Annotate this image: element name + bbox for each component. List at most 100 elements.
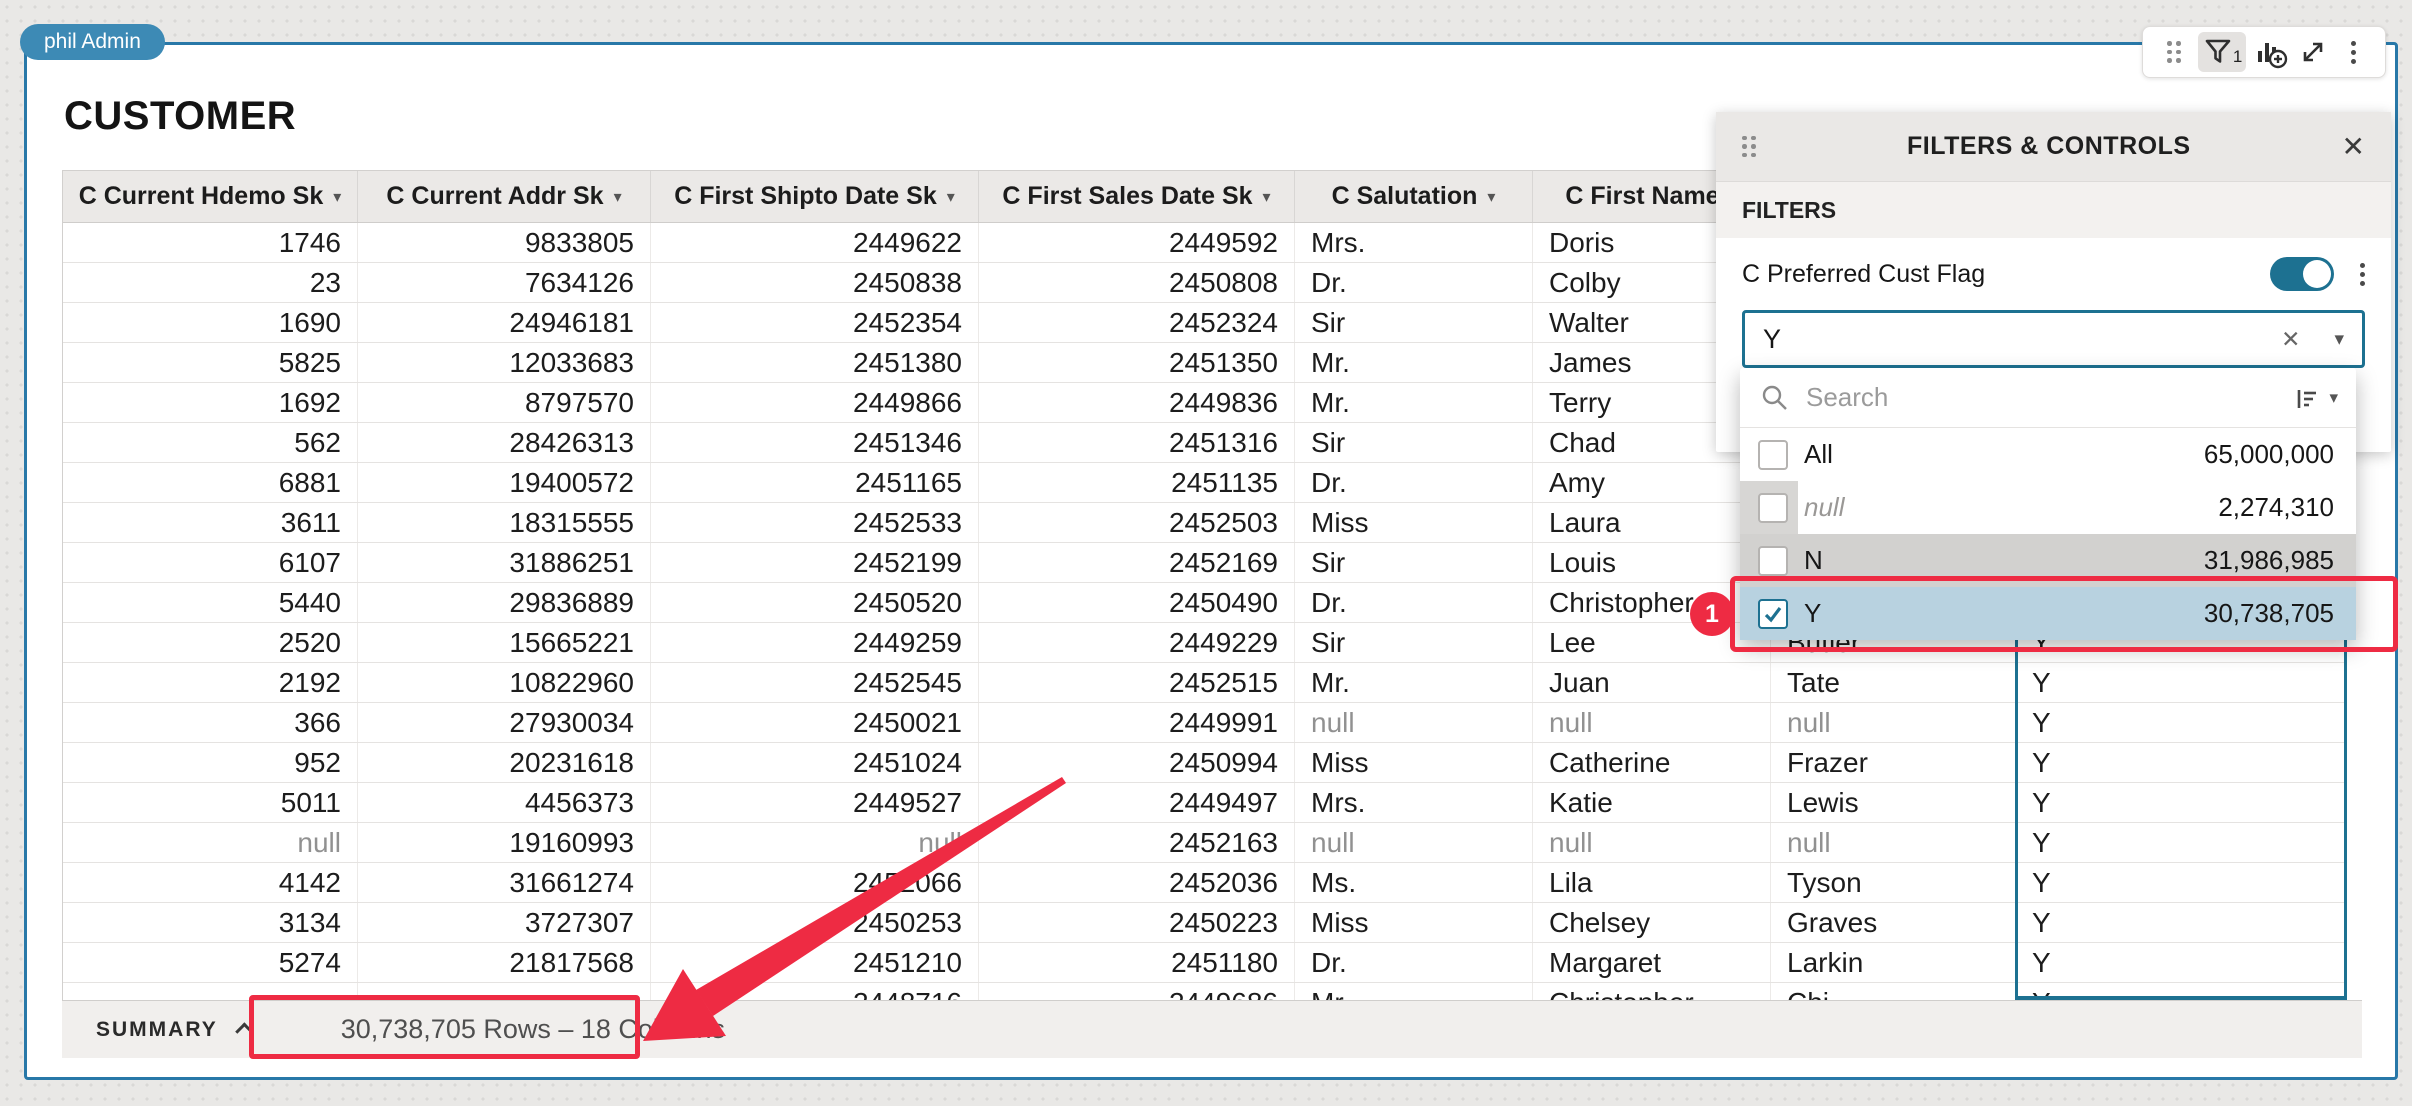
table-cell[interactable]: 2452533 xyxy=(651,503,979,542)
filter-button[interactable]: 1 xyxy=(2198,32,2246,72)
table-cell[interactable]: 2450021 xyxy=(651,703,979,742)
table-cell[interactable]: Mrs. xyxy=(1295,783,1533,822)
table-cell[interactable]: 2452163 xyxy=(979,823,1295,862)
filter-option-all[interactable]: All 65,000,000 xyxy=(1740,428,2356,481)
table-cell[interactable]: Frazer xyxy=(1771,743,2016,782)
table-cell[interactable]: 6107 xyxy=(63,543,358,582)
table-cell[interactable]: Dr. xyxy=(1295,943,1533,982)
table-cell[interactable]: Mr. xyxy=(1295,383,1533,422)
table-cell[interactable]: null xyxy=(1771,823,2016,862)
table-cell[interactable]: 27930034 xyxy=(358,703,651,742)
table-cell[interactable]: Y xyxy=(2016,903,2346,942)
table-cell[interactable]: Dr. xyxy=(1295,263,1533,302)
table-cell[interactable]: Sir xyxy=(1295,543,1533,582)
table-cell[interactable]: Mr. xyxy=(1295,663,1533,702)
table-cell[interactable]: 2451380 xyxy=(651,343,979,382)
table-cell[interactable]: 2451135 xyxy=(979,463,1295,502)
close-icon[interactable]: ✕ xyxy=(2342,130,2365,163)
table-cell[interactable]: 23 xyxy=(63,263,358,302)
checkbox[interactable] xyxy=(1758,493,1788,523)
table-cell[interactable]: Y xyxy=(2016,863,2346,902)
table-cell[interactable]: 29836889 xyxy=(358,583,651,622)
table-cell[interactable]: null xyxy=(651,823,979,862)
table-cell[interactable]: Y xyxy=(2016,783,2346,822)
table-cell[interactable]: Graves xyxy=(1771,903,2016,942)
table-cell[interactable]: Mr. xyxy=(1295,983,1533,1000)
table-cell[interactable]: Larkin xyxy=(1771,943,2016,982)
table-cell[interactable]: Juan xyxy=(1533,663,1771,702)
table-cell[interactable]: 12033683 xyxy=(358,343,651,382)
table-cell[interactable]: 2451165 xyxy=(651,463,979,502)
table-cell[interactable]: Tate xyxy=(1771,663,2016,702)
table-cell[interactable]: Christopher xyxy=(1533,583,1771,622)
table-cell[interactable]: 20231618 xyxy=(358,743,651,782)
table-cell[interactable]: Mr. xyxy=(1295,343,1533,382)
table-cell[interactable]: Y xyxy=(2016,703,2346,742)
table-cell[interactable]: 2452169 xyxy=(979,543,1295,582)
table-cell[interactable]: 31661274 xyxy=(358,863,651,902)
table-cell[interactable]: Chi xyxy=(1771,983,2016,1000)
table-cell[interactable]: 5274 xyxy=(63,943,358,982)
table-cell[interactable]: 2451210 xyxy=(651,943,979,982)
table-cell[interactable]: Katie xyxy=(1533,783,1771,822)
table-cell[interactable]: 2450838 xyxy=(651,263,979,302)
table-cell[interactable]: null xyxy=(1771,703,2016,742)
column-header[interactable]: C First Sales Date Sk▾ xyxy=(979,171,1295,222)
table-cell[interactable]: 18315555 xyxy=(358,503,651,542)
table-cell[interactable]: Louis xyxy=(1533,543,1771,582)
filter-kebab-icon[interactable] xyxy=(2360,263,2365,286)
table-cell[interactable]: Miss xyxy=(1295,903,1533,942)
table-cell[interactable]: 3134 xyxy=(63,903,358,942)
table-cell[interactable]: 2449259 xyxy=(651,623,979,662)
table-cell[interactable]: 24946181 xyxy=(358,303,651,342)
filter-value-input[interactable]: Y ✕ ▾ xyxy=(1742,310,2365,368)
table-cell[interactable]: 2452503 xyxy=(979,503,1295,542)
table-cell[interactable]: Sir xyxy=(1295,303,1533,342)
table-cell[interactable]: 366 xyxy=(63,703,358,742)
table-cell[interactable]: Y xyxy=(2016,743,2346,782)
table-cell[interactable]: 562 xyxy=(63,423,358,462)
table-cell[interactable]: 2450490 xyxy=(979,583,1295,622)
chevron-up-icon[interactable] xyxy=(235,1022,253,1040)
table-cell[interactable]: Y xyxy=(2016,943,2346,982)
search-input[interactable] xyxy=(1804,381,2291,414)
table-cell[interactable]: Catherine xyxy=(1533,743,1771,782)
table-cell[interactable]: 10822960 xyxy=(358,663,651,702)
table-cell[interactable]: 2449527 xyxy=(651,783,979,822)
table-cell[interactable]: 2451180 xyxy=(979,943,1295,982)
table-cell[interactable]: 2451024 xyxy=(651,743,979,782)
table-cell[interactable]: 1692 xyxy=(63,383,358,422)
table-cell[interactable]: 31886251 xyxy=(358,543,651,582)
table-cell[interactable]: Laura xyxy=(1533,503,1771,542)
table-cell[interactable]: 6881 xyxy=(63,463,358,502)
table-cell[interactable]: Dr. xyxy=(1295,463,1533,502)
table-cell[interactable]: 2450520 xyxy=(651,583,979,622)
table-cell[interactable]: 4142 xyxy=(63,863,358,902)
table-cell[interactable]: 5011 xyxy=(63,783,358,822)
table-cell[interactable]: null xyxy=(63,823,358,862)
summary-label[interactable]: SUMMARY xyxy=(96,1018,218,1042)
filter-toggle[interactable] xyxy=(2270,257,2334,291)
table-cell[interactable]: null xyxy=(1295,823,1533,862)
table-cell[interactable]: null xyxy=(1295,703,1533,742)
chevron-down-icon[interactable]: ▾ xyxy=(2334,328,2344,351)
table-cell[interactable]: 5440 xyxy=(63,583,358,622)
table-cell[interactable]: Margaret xyxy=(1533,943,1771,982)
table-cell[interactable]: 2450994 xyxy=(979,743,1295,782)
table-cell[interactable]: 9833805 xyxy=(358,223,651,262)
table-cell[interactable]: Sir xyxy=(1295,423,1533,462)
table-cell[interactable]: 1746 xyxy=(63,223,358,262)
table-cell[interactable]: 2452199 xyxy=(651,543,979,582)
table-cell[interactable]: 4456373 xyxy=(358,783,651,822)
filter-option-n[interactable]: N 31,986,985 xyxy=(1740,534,2356,587)
table-cell[interactable]: 2452324 xyxy=(979,303,1295,342)
table-cell[interactable]: 2520 xyxy=(63,623,358,662)
table-cell[interactable]: 28426313 xyxy=(358,423,651,462)
table-cell[interactable]: 2449229 xyxy=(979,623,1295,662)
table-cell[interactable]: Miss xyxy=(1295,743,1533,782)
table-cell[interactable]: 19160993 xyxy=(358,823,651,862)
more-options-button[interactable] xyxy=(2337,32,2371,72)
table-cell[interactable]: 15665221 xyxy=(358,623,651,662)
table-cell[interactable]: Amy xyxy=(1533,463,1771,502)
table-cell[interactable]: Y xyxy=(2016,663,2346,702)
